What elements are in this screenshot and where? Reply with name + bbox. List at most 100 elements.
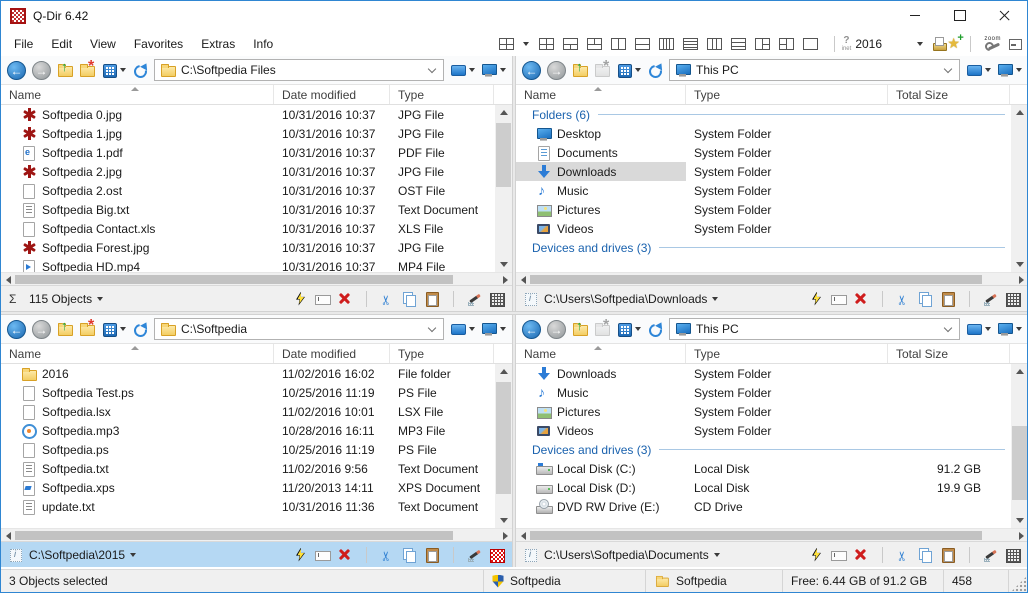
horizontal-scrollbar[interactable] xyxy=(1,528,512,541)
view-mode-button[interactable] xyxy=(616,62,641,78)
close-button[interactable] xyxy=(982,1,1027,30)
file-row[interactable]: Local Disk (C:)Local Disk91.2 GB xyxy=(516,459,1011,478)
forward-button[interactable]: → xyxy=(547,320,566,339)
new-folder-button[interactable] xyxy=(79,321,95,337)
flash-icon[interactable] xyxy=(809,547,825,563)
file-row[interactable]: DocumentsSystem Folder xyxy=(516,143,1011,162)
back-button[interactable]: ← xyxy=(7,320,26,339)
view-mode-button[interactable] xyxy=(616,321,641,337)
forward-button[interactable]: → xyxy=(547,61,566,80)
column-total-size[interactable]: Total Size xyxy=(888,344,1010,363)
file-row[interactable]: DVD RW Drive (E:)CD Drive xyxy=(516,497,1011,516)
layout-dropdown-icon[interactable] xyxy=(523,42,529,46)
file-row[interactable]: Softpedia Test.ps10/25/2016 11:19PS File xyxy=(1,383,495,402)
screen-view-button[interactable] xyxy=(450,62,475,78)
layout-three-columns-button[interactable] xyxy=(707,38,722,50)
file-row[interactable]: MusicSystem Folder xyxy=(516,383,1011,402)
layout-quad-main-button[interactable] xyxy=(499,38,514,50)
layout-top-split-button[interactable] xyxy=(587,38,602,50)
rename-icon[interactable] xyxy=(315,547,331,563)
file-row[interactable]: Softpedia Big.txt10/31/2016 10:37Text Do… xyxy=(1,200,495,219)
back-button[interactable]: ← xyxy=(522,61,541,80)
copy-icon[interactable] xyxy=(402,291,418,307)
menu-view[interactable]: View xyxy=(81,33,125,55)
horizontal-scroll-thumb[interactable] xyxy=(530,275,982,284)
path-dropdown-icon[interactable] xyxy=(712,297,718,301)
address-chevron-icon[interactable] xyxy=(944,64,952,72)
back-button[interactable]: ← xyxy=(522,320,541,339)
menu-favorites[interactable]: Favorites xyxy=(125,33,192,55)
file-row[interactable]: MusicSystem Folder xyxy=(516,181,1011,200)
vertical-scroll-thumb[interactable] xyxy=(496,123,511,187)
paste-icon[interactable] xyxy=(940,547,956,563)
new-folder-button[interactable] xyxy=(79,62,95,78)
flash-icon[interactable] xyxy=(809,291,825,307)
rename-icon[interactable] xyxy=(831,291,847,307)
file-row[interactable]: Softpedia.mp310/28/2016 16:11MP3 File xyxy=(1,421,495,440)
column-date-modified[interactable]: Date modified xyxy=(274,85,390,104)
view-mode-button[interactable] xyxy=(101,62,126,78)
file-row[interactable]: Softpedia 2.jpg10/31/2016 10:37JPG File xyxy=(1,162,495,181)
horizontal-scrollbar[interactable] xyxy=(516,528,1028,541)
file-row[interactable]: DesktopSystem Folder xyxy=(516,124,1011,143)
refresh-button[interactable] xyxy=(132,321,148,337)
scroll-down-button[interactable] xyxy=(495,257,512,272)
vertical-scroll-thumb[interactable] xyxy=(1012,426,1027,500)
refresh-button[interactable] xyxy=(132,62,148,78)
group-header[interactable]: Devices and drives (3) xyxy=(516,238,1011,257)
layout-single-button[interactable] xyxy=(803,38,818,50)
horizontal-scroll-thumb[interactable] xyxy=(15,531,453,540)
layout-left-split-button[interactable] xyxy=(779,38,794,50)
file-row[interactable]: Local Disk (D:)Local Disk19.9 GB xyxy=(516,478,1011,497)
scroll-up-button[interactable] xyxy=(495,105,512,120)
new-folder-button[interactable] xyxy=(594,321,610,337)
paste-icon[interactable] xyxy=(940,291,956,307)
column-type[interactable]: Type xyxy=(686,344,888,363)
file-row[interactable]: Softpedia 1.pdf10/31/2016 10:37PDF File xyxy=(1,143,495,162)
menu-file[interactable]: File xyxy=(5,33,42,55)
horizontal-scrollbar[interactable] xyxy=(516,272,1028,285)
menu-extras[interactable]: Extras xyxy=(192,33,244,55)
view-mode-button[interactable] xyxy=(101,321,126,337)
address-bar[interactable]: This PC xyxy=(669,318,960,340)
edit-icon[interactable] xyxy=(467,291,483,307)
cut-icon[interactable] xyxy=(896,547,912,563)
forward-button[interactable]: → xyxy=(32,61,51,80)
pane-path-label[interactable]: 115 Objects xyxy=(29,292,92,306)
file-row[interactable]: Softpedia 0.jpg10/31/2016 10:37JPG File xyxy=(1,105,495,124)
monitor-view-button[interactable] xyxy=(481,62,506,78)
group-header[interactable]: Folders (6) xyxy=(516,105,1011,124)
edit-icon[interactable] xyxy=(467,547,483,563)
column-date-modified[interactable]: Date modified xyxy=(274,344,390,363)
scroll-right-button[interactable] xyxy=(1014,529,1028,542)
file-row[interactable]: Softpedia 1.jpg10/31/2016 10:37JPG File xyxy=(1,124,495,143)
layout-horizontal-split-button[interactable] xyxy=(635,38,650,50)
file-row[interactable]: Softpedia 2.ost10/31/2016 10:37OST File xyxy=(1,181,495,200)
copy-icon[interactable] xyxy=(402,547,418,563)
file-row[interactable]: PicturesSystem Folder xyxy=(516,402,1011,421)
path-dropdown-icon[interactable] xyxy=(97,297,103,301)
monitor-view-button[interactable] xyxy=(997,62,1022,78)
file-row[interactable]: Softpedia.lsx11/02/2016 10:01LSX File xyxy=(1,402,495,421)
file-row[interactable]: 201611/02/2016 16:02File folder xyxy=(1,364,495,383)
scroll-up-button[interactable] xyxy=(495,364,512,379)
file-row[interactable]: Softpedia.xps11/20/2013 14:11XPS Documen… xyxy=(1,478,495,497)
pane-path-label[interactable]: C:\Users\Softpedia\Documents xyxy=(544,548,709,562)
column-type[interactable]: Type xyxy=(686,85,888,104)
maximize-button[interactable] xyxy=(937,1,982,30)
scroll-left-button[interactable] xyxy=(1,529,15,542)
paste-icon[interactable] xyxy=(424,291,440,307)
file-row[interactable]: Softpedia.txt11/02/2016 9:56Text Documen… xyxy=(1,459,495,478)
menu-info[interactable]: Info xyxy=(244,33,282,55)
pane-path-label[interactable]: C:\Softpedia\2015 xyxy=(29,548,125,562)
cut-icon[interactable] xyxy=(380,291,396,307)
panes-grid-icon[interactable] xyxy=(1005,291,1021,307)
layout-three-rows-button[interactable] xyxy=(731,38,746,50)
rename-icon[interactable] xyxy=(831,547,847,563)
delete-icon[interactable] xyxy=(337,547,353,563)
path-dropdown-icon[interactable] xyxy=(130,553,136,557)
scroll-left-button[interactable] xyxy=(1,273,15,286)
panes-grid-icon[interactable] xyxy=(489,291,505,307)
vertical-scrollbar[interactable] xyxy=(495,105,512,272)
panes-grid-icon[interactable] xyxy=(489,547,505,563)
